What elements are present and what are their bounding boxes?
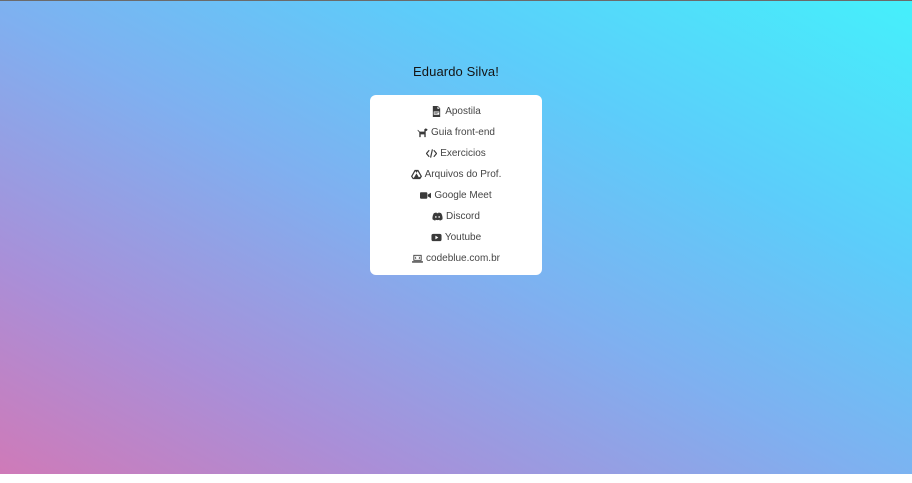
link-label: Google Meet [434,190,492,201]
link-arquivos-do-prof[interactable]: Arquivos do Prof. [370,164,542,185]
discord-icon [432,211,443,222]
file-pdf-icon [431,106,442,117]
youtube-icon [431,232,442,243]
link-label: Arquivos do Prof. [424,169,502,180]
link-label: codeblue.com.br [426,253,500,264]
link-youtube[interactable]: Youtube [370,227,542,248]
link-label: Guia front-end [431,127,495,138]
laptop-code-icon [412,253,424,264]
code-icon [426,148,438,159]
link-exercicios[interactable]: Exercicios [370,143,542,164]
video-icon [420,190,432,201]
links-card: Apostila Guia front-end Exercicios Arqui… [370,95,542,275]
link-label: Exercicios [440,148,486,159]
link-label: Youtube [444,232,482,243]
google-drive-icon [410,169,422,180]
dog-icon [417,127,428,138]
link-codeblue[interactable]: codeblue.com.br [370,248,542,269]
link-guia-front-end[interactable]: Guia front-end [370,122,542,143]
link-google-meet[interactable]: Google Meet [370,185,542,206]
link-discord[interactable]: Discord [370,206,542,227]
profile-name: Eduardo Silva! [413,64,499,79]
link-label: Apostila [445,106,481,117]
link-label: Discord [446,211,480,222]
link-apostila[interactable]: Apostila [370,101,542,122]
